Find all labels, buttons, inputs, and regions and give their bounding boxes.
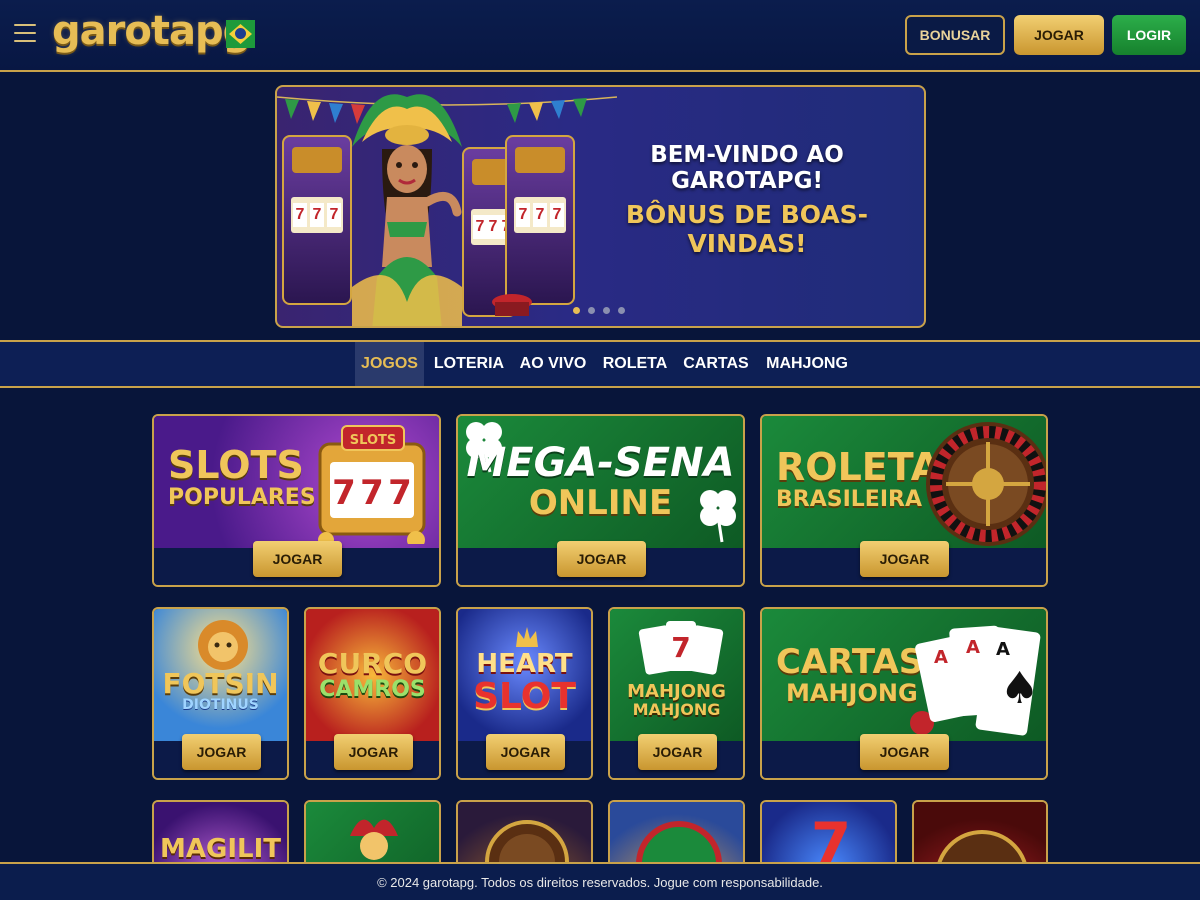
card-title-line2: CAMROS — [319, 677, 426, 703]
card-title-line1: FOTSIN — [162, 667, 279, 700]
slot-machine-icon: SLOTS 7 7 7 — [318, 425, 426, 544]
svg-text:7: 7 — [332, 473, 356, 513]
footer-copyright-text: © 2024 garotapg. Todos os direitos reser… — [377, 874, 823, 890]
slot-machine-icon: 777 — [505, 135, 575, 305]
footer: © 2024 garotapg. Todos os direitos reser… — [0, 862, 1200, 900]
jogar-button[interactable]: JOGAR — [253, 541, 342, 577]
jogar-button[interactable]: JOGAR — [182, 734, 261, 770]
card-title-line1: CARTAS — [776, 642, 924, 682]
card-title: SLOTS POPULARES — [168, 443, 316, 510]
login-button[interactable]: LOGIR — [1112, 15, 1186, 55]
carousel-dot-3[interactable] — [603, 307, 610, 314]
card-title-line1: HEART — [476, 649, 573, 679]
site-logo[interactable]: garotapg — [52, 8, 251, 54]
card-title-line2: POPULARES — [168, 484, 316, 510]
jogar-button[interactable]: JOGAR — [860, 734, 949, 770]
carousel-dot-2[interactable] — [588, 307, 595, 314]
tab-jogos[interactable]: JOGOS — [355, 342, 424, 386]
crown-icon — [516, 627, 538, 647]
card-title-line1: CURCO — [317, 647, 428, 680]
svg-text:A: A — [996, 639, 1010, 660]
svg-text:7: 7 — [388, 473, 412, 513]
game-card-fotsin[interactable]: FOTSIN DIOTINUS JOGAR — [152, 607, 289, 780]
tab-roleta[interactable]: ROLETA — [600, 342, 670, 386]
jogar-button[interactable]: JOGAR — [486, 734, 565, 770]
card-title: MAHJONG MAHJONG — [610, 682, 743, 719]
clover-icon — [700, 490, 736, 543]
jester-icon — [350, 819, 398, 860]
svg-text:7: 7 — [671, 631, 690, 664]
card-title: CARTAS MAHJONG — [776, 642, 924, 707]
stool-decoration — [492, 294, 532, 316]
category-nav: JOGOS LOTERIA AO VIVO ROLETA CARTAS MAHJ… — [0, 340, 1200, 388]
banner-bonus-text: BÔNUS DE BOAS-VINDAS! — [625, 200, 869, 258]
bonusar-button[interactable]: BONUSAR — [905, 15, 1005, 55]
game-card-mega-sena[interactable]: MEGA-SENA ONLINE JOGAR — [456, 414, 745, 587]
game-card-roleta-brasileira[interactable]: ROLETA BRASILEIRA JOGAR — [760, 414, 1048, 587]
tab-mahjong[interactable]: MAHJONG — [762, 342, 852, 386]
tab-ao-vivo[interactable]: AO VIVO — [514, 342, 592, 386]
game-card-heart-slot[interactable]: HEART SLOT JOGAR — [456, 607, 593, 780]
playing-cards-icon: A A A ♠ — [910, 625, 1041, 736]
hamburger-menu-icon[interactable] — [14, 24, 36, 44]
svg-text:♠: ♠ — [1000, 663, 1039, 714]
banner-text: BEM-VINDO AO GAROTAPG! BÔNUS DE BOAS-VIN… — [577, 142, 917, 258]
top-header: garotapg BONUSAR JOGAR LOGIR — [0, 0, 1200, 72]
svg-text:A: A — [966, 637, 980, 658]
carnival-dancer-illustration — [352, 94, 462, 326]
lion-icon — [198, 620, 248, 670]
svg-text:SLOTS: SLOTS — [350, 433, 396, 448]
svg-text:7: 7 — [811, 810, 851, 868]
svg-text:7: 7 — [360, 473, 384, 513]
card-title: FOTSIN DIOTINUS — [154, 669, 287, 713]
card-title: HEART SLOT — [458, 649, 591, 718]
banner-welcome-text: BEM-VINDO AO GAROTAPG! — [650, 142, 844, 194]
card-title-line2: MAHJONG — [786, 678, 918, 707]
carousel-dots — [573, 307, 625, 314]
game-card-cartas-mahjong[interactable]: CARTAS MAHJONG A A A ♠ JOGAR — [760, 607, 1048, 780]
jogar-button[interactable]: JOGAR — [334, 734, 413, 770]
card-title-line2: DIOTINUS — [182, 697, 259, 714]
carousel-dot-1[interactable] — [573, 307, 580, 314]
jogar-button[interactable]: JOGAR — [638, 734, 717, 770]
roulette-wheel-icon — [926, 422, 1046, 546]
card-title-line2: SLOT — [473, 676, 576, 718]
brazil-flag-icon — [226, 20, 255, 48]
jogar-button[interactable]: JOGAR — [557, 541, 646, 577]
game-card-slots-populares[interactable]: SLOTS POPULARES SLOTS 7 7 7 JOGAR — [152, 414, 441, 587]
card-title-line1: SLOTS — [168, 443, 304, 487]
game-card-curco[interactable]: CURCO CAMROS JOGAR — [304, 607, 441, 780]
tab-loteria[interactable]: LOTERIA — [432, 342, 506, 386]
jogar-button[interactable]: JOGAR — [860, 541, 949, 577]
playing-cards-icon: 7 — [638, 621, 724, 675]
card-title: MAGILIT — [160, 834, 281, 864]
card-title: CURCO CAMROS — [306, 647, 439, 703]
card-title-line2: MAHJONG — [632, 699, 721, 719]
hero-banner[interactable]: 777 777 777 BEM-VINDO AO GAROTAPG! BÔNUS… — [275, 85, 926, 328]
card-title-line1: MEGA-SENA — [466, 440, 735, 486]
jogar-button[interactable]: JOGAR — [1014, 15, 1104, 55]
svg-text:A: A — [934, 647, 948, 668]
game-card-mahjong[interactable]: 7 MAHJONG MAHJONG JOGAR — [608, 607, 745, 780]
seven-icon: 7 — [811, 810, 851, 868]
carousel-dot-4[interactable] — [618, 307, 625, 314]
tab-cartas[interactable]: CARTAS — [678, 342, 754, 386]
